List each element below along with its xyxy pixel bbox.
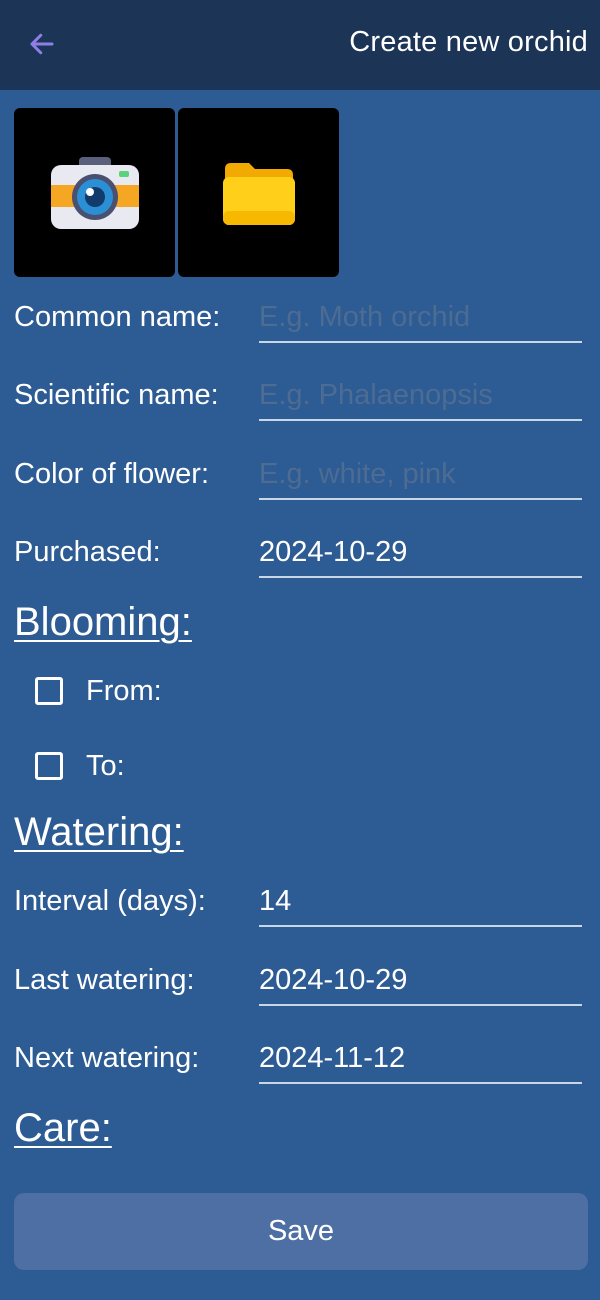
arrow-left-icon [30,33,54,55]
last-watering-field-container [259,956,582,1006]
gallery-folder-button[interactable] [178,108,339,277]
purchased-date-input[interactable] [259,528,582,576]
last-watering-row: Last watering: [0,956,600,1016]
flower-color-label: Color of flower: [14,458,210,490]
watering-interval-field-container [259,877,582,927]
care-heading: Care: [14,1106,112,1150]
watering-heading: Watering: [14,810,184,854]
folder-icon [222,162,295,225]
watering-interval-input[interactable] [259,877,582,925]
camera-icon [50,156,139,229]
purchased-field-container [259,528,582,578]
blooming-to-checkbox[interactable] [35,752,63,780]
common-name-label: Common name: [14,301,221,333]
flower-color-input[interactable] [259,450,582,498]
blooming-from-checkbox[interactable] [35,677,63,705]
flower-color-field-container [259,450,582,500]
last-watering-label: Last watering: [14,964,195,996]
next-watering-field-container [259,1034,582,1084]
blooming-from-label: From: [86,674,162,707]
common-name-row: Common name: [0,293,600,353]
blooming-heading: Blooming: [14,600,192,644]
scientific-name-input[interactable] [259,371,582,419]
camera-button[interactable] [14,108,175,277]
next-watering-label: Next watering: [14,1042,200,1074]
last-watering-date-input[interactable] [259,956,582,1004]
scientific-name-label: Scientific name: [14,379,219,411]
back-button[interactable] [20,24,64,64]
flower-color-row: Color of flower: [0,450,600,510]
common-name-input[interactable] [259,293,582,341]
blooming-from-checkbox-row[interactable]: From: [35,671,162,711]
scientific-name-row: Scientific name: [0,371,600,431]
page-title: Create new orchid [349,26,588,58]
common-name-field-container [259,293,582,343]
watering-interval-label: Interval (days): [14,885,206,917]
create-orchid-screen: Create new orchid Common name: Scienti [0,0,600,1300]
blooming-to-checkbox-row[interactable]: To: [35,746,125,786]
next-watering-date-input[interactable] [259,1034,582,1082]
watering-interval-row: Interval (days): [0,877,600,937]
next-watering-row: Next watering: [0,1034,600,1094]
save-button[interactable]: Save [14,1193,588,1270]
blooming-to-label: To: [86,749,125,782]
top-app-bar: Create new orchid [0,0,600,90]
scientific-name-field-container [259,371,582,421]
purchased-row: Purchased: [0,528,600,588]
purchased-label: Purchased: [14,536,161,568]
